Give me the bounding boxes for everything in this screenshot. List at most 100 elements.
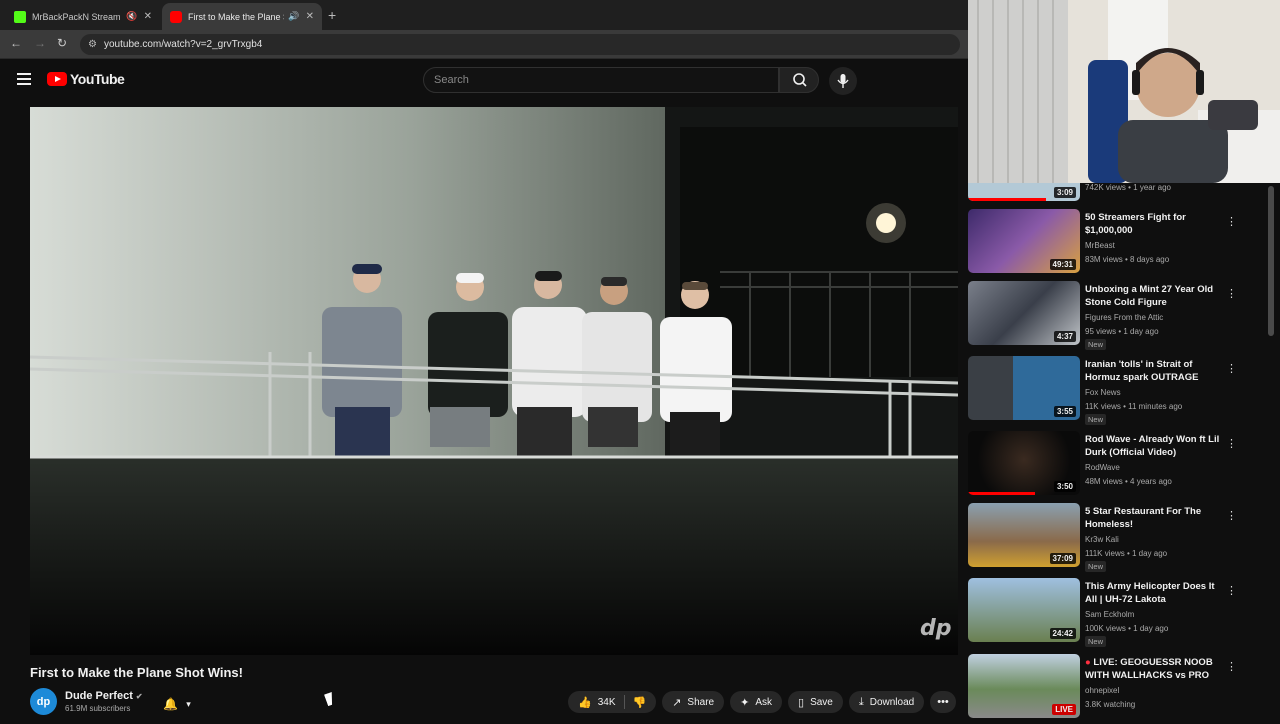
- video-duration: 4:37: [1053, 331, 1076, 342]
- more-vert-icon[interactable]: ⋮: [1226, 287, 1237, 300]
- share-label: Share: [687, 696, 715, 708]
- video-meta: 111K views • 1 day ago: [1085, 549, 1168, 558]
- video-frame: dp: [30, 107, 958, 655]
- tab-close-icon[interactable]: ✕: [306, 11, 314, 22]
- like-count: 34K: [597, 696, 616, 708]
- download-icon: ⤓: [858, 695, 864, 708]
- video-title: This Army Helicopter Does It All | UH-72…: [1085, 581, 1215, 605]
- chevron-down-icon: ▾: [186, 698, 191, 709]
- video-duration: 24:42: [1049, 628, 1076, 639]
- download-button[interactable]: ⤓ Download: [848, 691, 925, 713]
- video-meta: 48M views • 4 years ago: [1085, 477, 1172, 486]
- verified-icon: ✔: [135, 692, 143, 701]
- video-thumbnail[interactable]: 3:50: [968, 431, 1080, 495]
- channel-name[interactable]: Dude Perfect ✔: [65, 690, 143, 702]
- channel-name: Figures From the Attic: [1085, 313, 1164, 322]
- ask-button[interactable]: ✦ Ask: [730, 691, 782, 713]
- video-title: ● LIVE: GEOGUESSR NOOB WITH WALLHACKS vs…: [1085, 657, 1213, 681]
- save-label: Save: [810, 696, 833, 708]
- url-field[interactable]: ⚙ youtube.com/watch?v=2_grvTrxgb4: [80, 34, 960, 55]
- video-actions: 👍 34K 👎 ↗ Share ✦ Ask ▯ Save ⤓ Download …: [568, 691, 956, 713]
- channel-name: MrBeast: [1085, 241, 1115, 250]
- video-thumbnail[interactable]: 49:31: [968, 209, 1080, 273]
- recommendation-item[interactable]: 4:37 Unboxing a Mint 27 Year Old Stone C…: [968, 281, 1258, 351]
- search-button[interactable]: [779, 67, 819, 93]
- more-vert-icon[interactable]: ⋮: [1226, 584, 1237, 597]
- recommendation-item[interactable]: 37:09 5 Star Restaurant For The Homeless…: [968, 503, 1258, 573]
- menu-icon[interactable]: [17, 73, 31, 88]
- video-meta: 95 views • 1 day ago: [1085, 327, 1159, 336]
- channel-name: Kr3w Kali: [1085, 535, 1119, 544]
- forward-arrow-icon[interactable]: →: [34, 36, 46, 50]
- search-icon: [793, 73, 807, 87]
- recommendation-item[interactable]: LIVE ● LIVE: GEOGUESSR NOOB WITH WALLHAC…: [968, 654, 1258, 724]
- youtube-play-icon: [47, 72, 67, 86]
- reload-icon[interactable]: ↻: [57, 36, 67, 50]
- video-player[interactable]: dp dp: [30, 107, 958, 655]
- recommendation-item[interactable]: 24:42 This Army Helicopter Does It All |…: [968, 578, 1258, 648]
- save-button[interactable]: ▯ Save: [788, 691, 843, 713]
- url-text: youtube.com/watch?v=2_grvTrxgb4: [104, 39, 263, 50]
- video-thumbnail[interactable]: 37:09: [968, 503, 1080, 567]
- speaker-icon[interactable]: 🔊: [288, 11, 299, 22]
- like-button[interactable]: 👍 34K 👎: [568, 691, 657, 713]
- video-duration: 37:09: [1049, 553, 1076, 564]
- channel-avatar[interactable]: dp: [30, 688, 57, 715]
- share-button[interactable]: ↗ Share: [662, 691, 725, 713]
- more-vert-icon[interactable]: ⋮: [1226, 509, 1237, 522]
- webcam-image: [968, 0, 1280, 183]
- video-thumbnail[interactable]: 4:37: [968, 281, 1080, 345]
- video-duration: 3:55: [1053, 406, 1076, 417]
- video-duration: 3:50: [1053, 481, 1076, 492]
- search-input[interactable]: Search: [423, 67, 779, 93]
- channel-info[interactable]: dp Dude Perfect ✔ 61.9M subscribers: [30, 688, 143, 715]
- more-vert-icon[interactable]: ⋮: [1226, 215, 1237, 228]
- youtube-logo[interactable]: YouTube: [47, 71, 125, 87]
- video-duration: 49:31: [1049, 259, 1076, 270]
- video-title: Iranian 'tolls' in Strait of Hormuz spar…: [1085, 359, 1199, 383]
- microphone-icon: [837, 74, 849, 88]
- more-vert-icon[interactable]: ⋮: [1226, 437, 1237, 450]
- new-badge: New: [1085, 339, 1107, 350]
- watch-progress-bar: [968, 198, 1047, 201]
- voice-search-button[interactable]: [829, 67, 857, 95]
- site-info-icon[interactable]: ⚙: [88, 34, 97, 55]
- recommendation-item[interactable]: 3:09 742K views • 1 year ago: [968, 179, 1258, 205]
- more-actions-button[interactable]: •••: [930, 691, 956, 713]
- new-badge: New: [1085, 414, 1107, 425]
- video-thumbnail[interactable]: 3:55: [968, 356, 1080, 420]
- more-vert-icon[interactable]: ⋮: [1226, 362, 1237, 375]
- video-title: 5 Star Restaurant For The Homeless!: [1085, 506, 1202, 530]
- video-title: Rod Wave - Already Won ft Lil Durk (Offi…: [1085, 434, 1220, 458]
- video-thumbnail[interactable]: 24:42: [968, 578, 1080, 642]
- recommendation-item[interactable]: 49:31 50 Streamers Fight for $1,000,000 …: [968, 209, 1258, 279]
- browser-tab-bar: MrBackPackN Stream - Wa 🔇 ✕ First to Mak…: [0, 0, 968, 30]
- video-meta: 742K views • 1 year ago: [1085, 183, 1171, 192]
- notification-button[interactable]: 🔔 ▾: [154, 693, 200, 715]
- channel-text: Dude Perfect ✔ 61.9M subscribers: [65, 690, 143, 713]
- video-title: First to Make the Plane Shot Wins!: [30, 665, 243, 680]
- more-vert-icon[interactable]: ⋮: [1226, 660, 1237, 673]
- sidebar-scrollbar[interactable]: [1268, 186, 1274, 336]
- svg-text:dp: dp: [920, 616, 952, 641]
- channel-name: RodWave: [1085, 463, 1120, 472]
- muted-speaker-icon[interactable]: 🔇: [126, 11, 137, 22]
- bell-icon: 🔔: [163, 697, 179, 711]
- video-meta: 83M views • 8 days ago: [1085, 255, 1170, 264]
- video-meta: 100K views • 1 day ago: [1085, 624, 1169, 633]
- tab-close-icon[interactable]: ✕: [144, 11, 152, 22]
- recommendation-item[interactable]: 3:50 Rod Wave - Already Won ft Lil Durk …: [968, 431, 1258, 501]
- download-label: Download: [869, 696, 915, 708]
- back-arrow-icon[interactable]: ←: [10, 36, 22, 50]
- tab-title: First to Make the Plane Shot: [188, 11, 284, 22]
- tab-youtube-video[interactable]: First to Make the Plane Shot 🔊 ✕: [162, 3, 322, 30]
- new-tab-button[interactable]: +: [328, 7, 336, 23]
- thumbs-down-icon[interactable]: 👎: [633, 696, 647, 709]
- video-title: Unboxing a Mint 27 Year Old Stone Cold F…: [1085, 284, 1214, 308]
- video-thumbnail[interactable]: LIVE: [968, 654, 1080, 718]
- tab-mrbackpackn-stream[interactable]: MrBackPackN Stream - Wa 🔇 ✕: [6, 3, 160, 30]
- watch-progress-bar: [968, 492, 1036, 495]
- share-icon: ↗: [672, 696, 682, 709]
- recommendation-item[interactable]: 3:55 Iranian 'tolls' in Strait of Hormuz…: [968, 356, 1258, 426]
- video-meta: 11K views • 11 minutes ago: [1085, 402, 1183, 411]
